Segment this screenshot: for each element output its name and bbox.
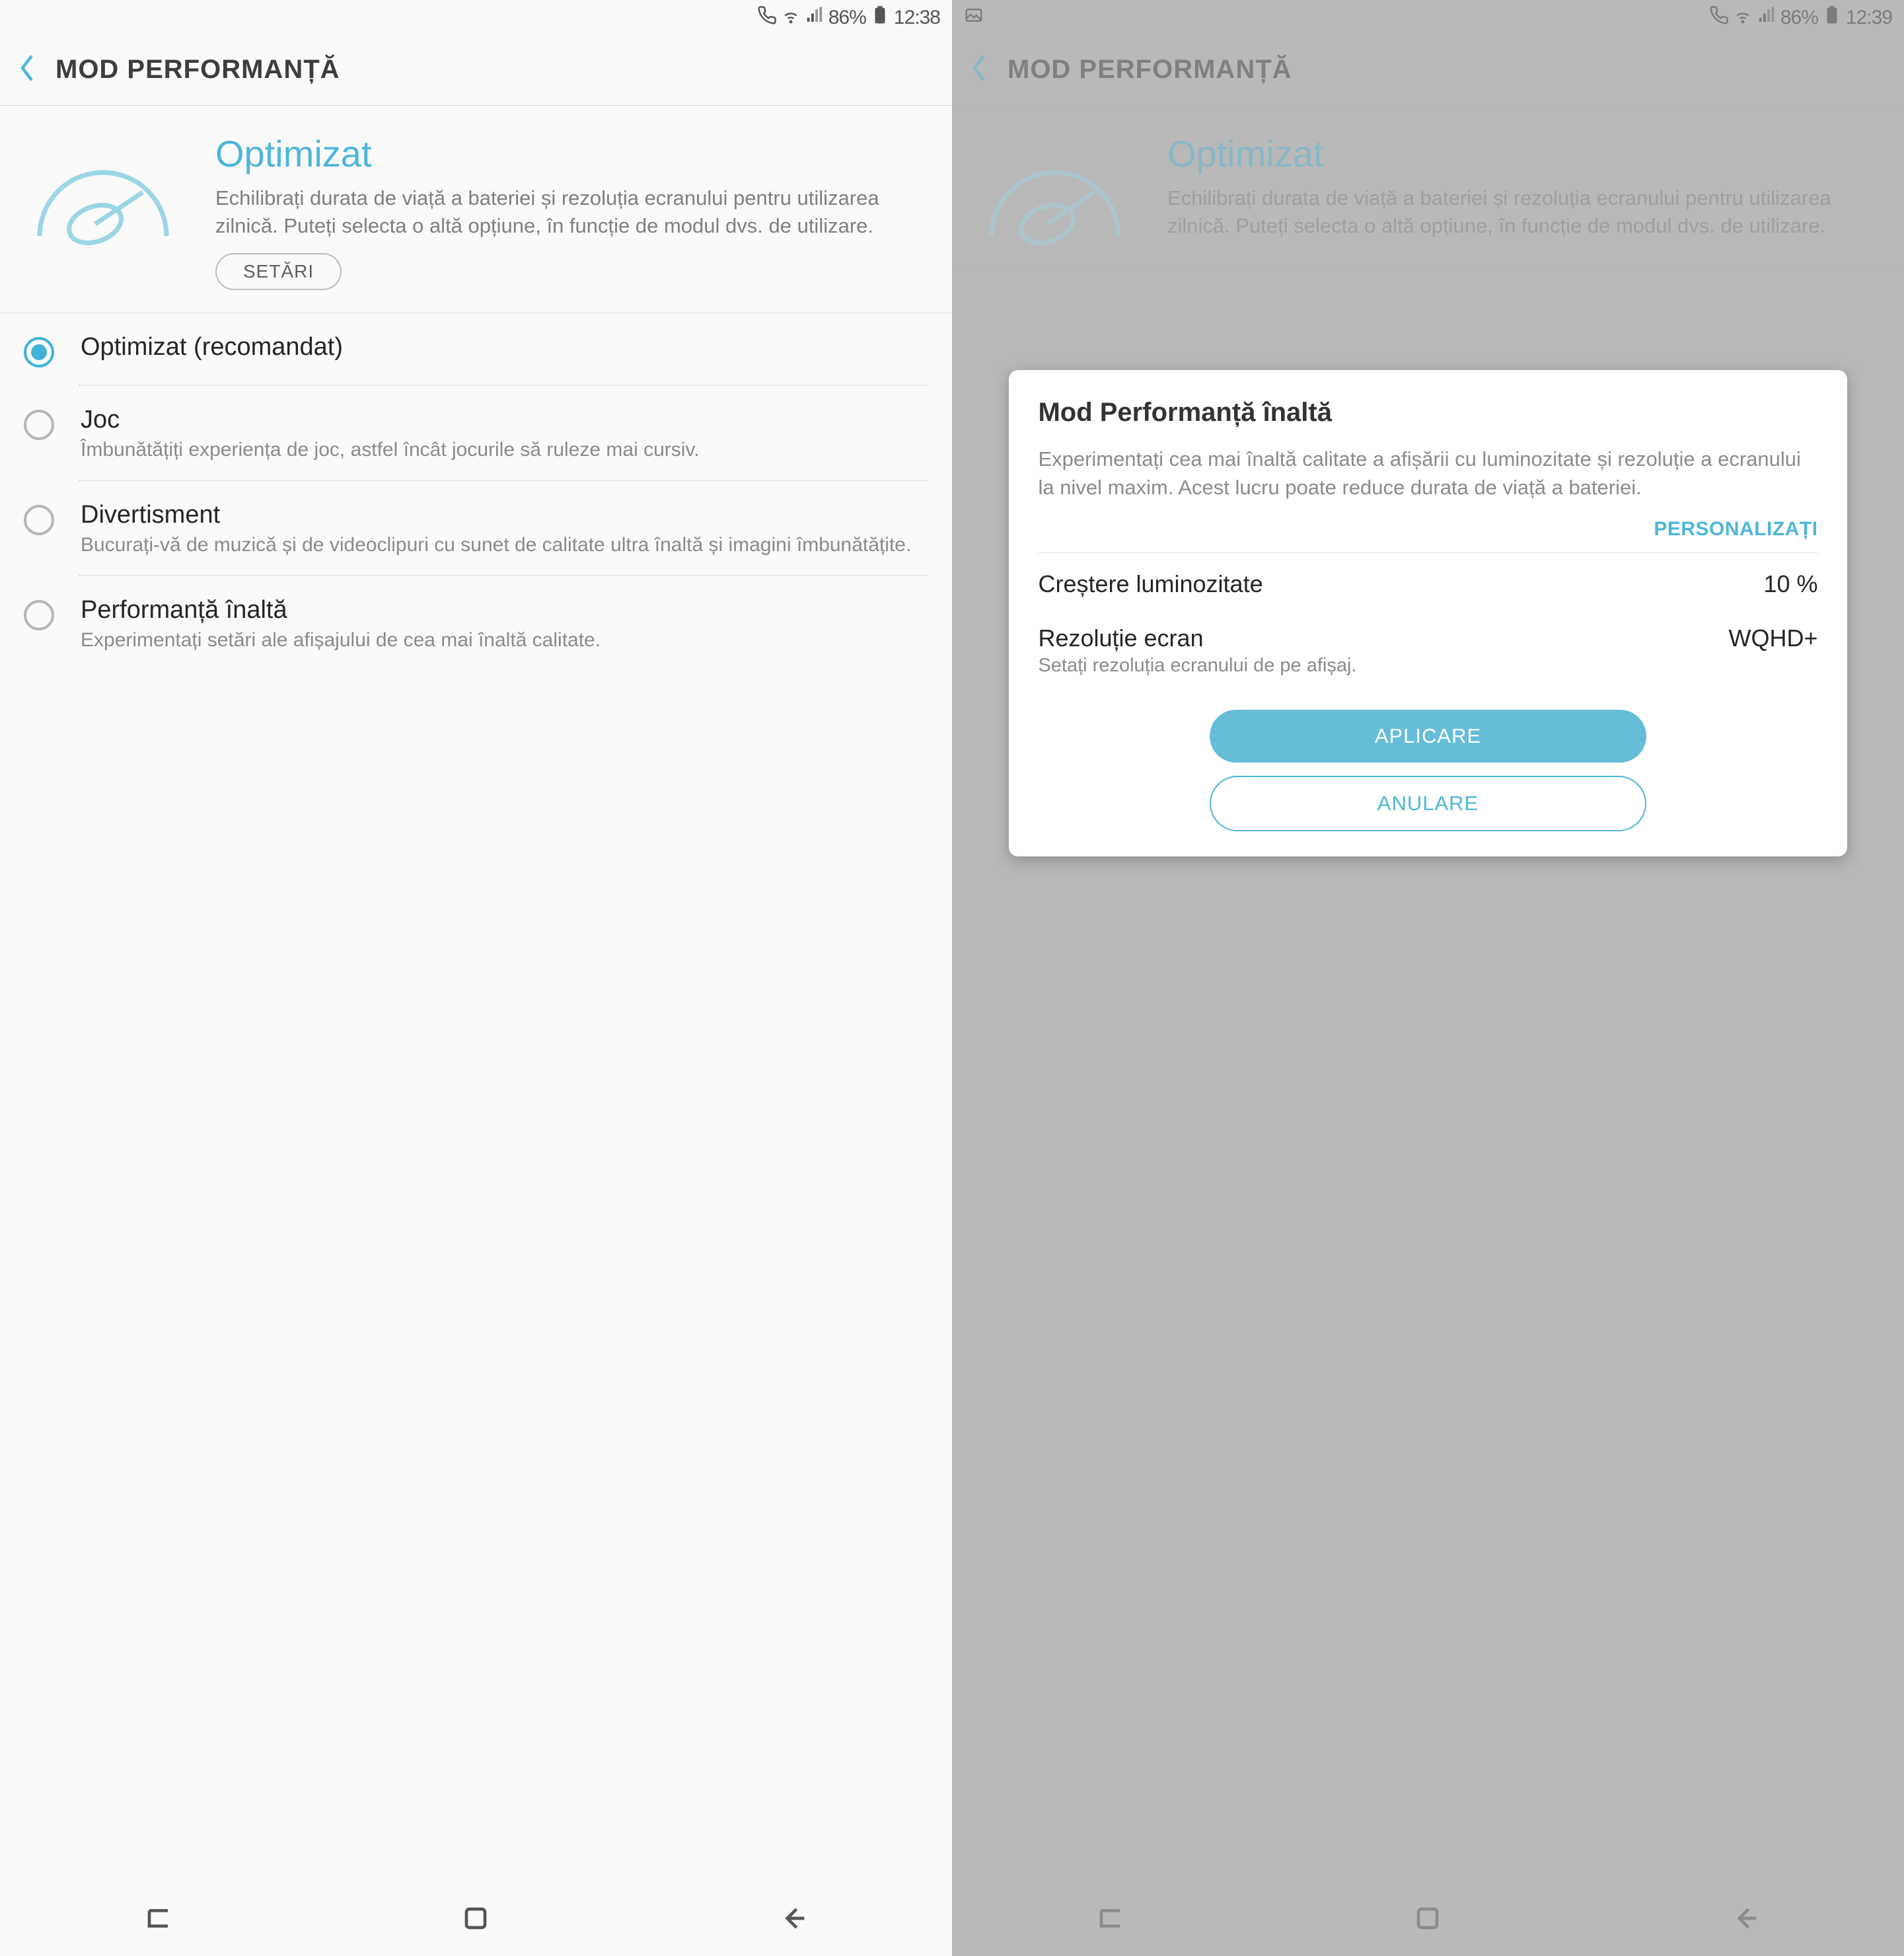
voice-call-icon [757,5,777,30]
hero-section: Optimizat Echilibrați durata de viață a … [0,106,952,313]
battery-icon [870,5,890,30]
hero-description: Echilibrați durata de viață a bateriei ș… [215,184,928,240]
dialog-description: Experimentați cea mai înaltă calitate a … [1038,445,1817,502]
performance-dialog: Mod Performanță înaltă Experimentați cea… [1009,370,1847,856]
screen-right: 86% 12:39 MOD PERFORMANȚĂ [952,0,1904,1956]
option-divertisment[interactable]: Divertisment Bucurați-vă de muzică și de… [0,481,952,575]
resolution-row[interactable]: Rezoluție ecran WQHD+ [1038,607,1817,652]
status-bar: 86% 12:38 [0,0,952,36]
option-optimizat[interactable]: Optimizat (recomandat) [0,313,952,385]
brightness-row[interactable]: Creștere luminozitate 10 % [1038,553,1817,598]
hero-title: Optimizat [215,132,928,175]
option-performanta-inalta[interactable]: Performanță înaltă Experimentați setări … [0,576,952,670]
option-title: Divertisment [81,501,928,529]
option-joc[interactable]: Joc Îmbunătățiți experiența de joc, astf… [0,386,952,480]
radio-icon[interactable] [24,505,54,535]
resolution-value: WQHD+ [1729,624,1818,652]
apply-button[interactable]: APLICARE [1210,710,1646,763]
customize-link[interactable]: PERSONALIZAȚI [1038,510,1817,552]
back-nav-icon[interactable] [775,1900,812,1940]
brightness-value: 10 % [1763,570,1817,598]
option-desc: Experimentați setări ale afișajului de c… [81,627,928,653]
options-list: Optimizat (recomandat) Joc Îmbunătățiți … [0,313,952,670]
home-icon[interactable] [457,1900,494,1940]
wifi-icon [781,5,801,30]
dialog-scrim[interactable]: Mod Performanță înaltă Experimentați cea… [952,0,1904,1956]
cancel-button[interactable]: ANULARE [1210,776,1646,831]
dialog-title: Mod Performanță înaltă [1038,398,1817,428]
brightness-label: Creștere luminozitate [1038,570,1263,598]
option-desc: Bucurați-vă de muzică și de videoclipuri… [81,532,928,558]
option-title: Joc [81,406,928,434]
option-title: Optimizat (recomandat) [81,333,928,361]
clock: 12:38 [894,7,940,29]
back-icon[interactable] [17,53,37,87]
header: MOD PERFORMANȚĂ [0,36,952,106]
radio-icon[interactable] [24,410,54,440]
gauge-icon [24,132,196,290]
page-title: MOD PERFORMANȚĂ [55,55,340,85]
settings-button[interactable]: SETĂRI [215,253,342,290]
radio-selected-icon[interactable] [24,337,54,367]
resolution-label: Rezoluție ecran [1038,624,1203,652]
nav-bar [0,1883,952,1956]
radio-icon[interactable] [24,600,54,630]
battery-percentage: 86% [828,7,866,29]
signal-icon [805,5,824,30]
option-desc: Îmbunătățiți experiența de joc, astfel î… [81,437,928,463]
screen-left: 86% 12:38 MOD PERFORMANȚĂ [0,0,952,1956]
resolution-sub: Setați rezoluția ecranului de pe afișaj. [1038,652,1817,689]
recents-icon[interactable] [140,1900,177,1940]
option-title: Performanță înaltă [81,596,928,624]
